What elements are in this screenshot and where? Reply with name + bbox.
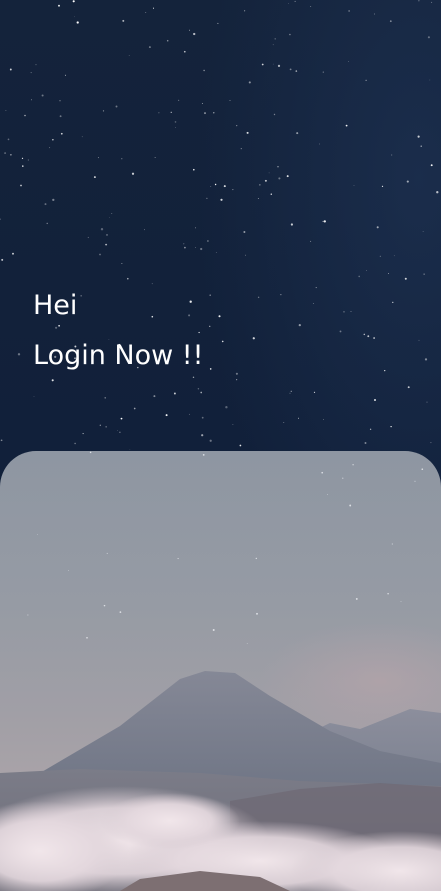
login-panel	[0, 451, 441, 891]
greeting-block: Hei Login Now !!	[33, 290, 203, 373]
greeting-title: Hei	[33, 290, 78, 321]
mountain-landscape-image	[0, 451, 441, 891]
greeting-subtitle: Login Now !!	[33, 340, 204, 372]
login-screen: Hei Login Now !!	[0, 0, 441, 891]
